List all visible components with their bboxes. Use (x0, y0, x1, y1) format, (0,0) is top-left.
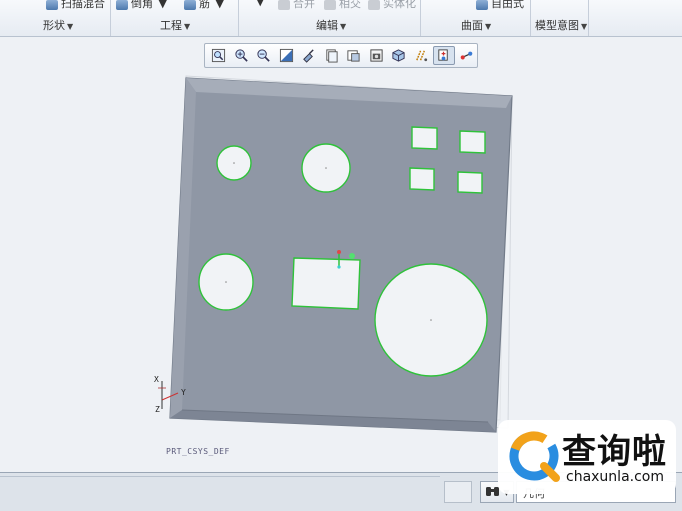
annotation-display-icon (460, 51, 473, 60)
rib-icon (184, 0, 196, 10)
ribbon-separator (588, 0, 589, 36)
merge-icon (278, 0, 290, 10)
ribbon-separator (238, 0, 239, 36)
repaint-icon (279, 48, 293, 63)
annotation-display-button[interactable] (456, 46, 478, 65)
ribbon-item-label: 相交 (339, 0, 361, 10)
model-canvas[interactable] (0, 70, 682, 472)
ribbon-separator (530, 0, 531, 36)
watermark: 查询啦 chaxunla.com (498, 420, 676, 494)
magnifier-logo-icon (509, 431, 560, 482)
square-hole[interactable] (411, 126, 438, 150)
group-shape[interactable]: 形状 ▼ (43, 17, 73, 33)
zoom-out-icon (257, 49, 270, 62)
ribbon-item-label: 合并 (293, 0, 315, 10)
reorient-icon (303, 49, 314, 63)
group-edit[interactable]: 编辑 ▼ (316, 17, 346, 33)
datum-display-button[interactable] (411, 46, 433, 65)
chevron-down-icon: ▼ (184, 22, 191, 31)
zoom-in-button[interactable] (231, 46, 253, 65)
ribbon-item-label: 倒角 (131, 0, 153, 10)
display-style-button[interactable] (343, 46, 365, 65)
freestyle-icon (476, 0, 488, 10)
spin-center-button[interactable] (433, 46, 455, 65)
chevron-down-icon: ▼ (340, 22, 347, 31)
chevron-down-icon: ▼ (485, 22, 492, 31)
group-label: 形状 (43, 19, 65, 32)
group-surface[interactable]: 曲面 ▼ (461, 17, 491, 33)
solidify-icon (368, 0, 380, 10)
repaint-button[interactable] (276, 46, 298, 65)
group-engineering[interactable]: 工程 ▼ (160, 17, 190, 33)
group-model-intent[interactable]: 模型意图 ▼ (535, 17, 587, 33)
zoom-out-button[interactable] (253, 46, 275, 65)
group-label: 曲面 (461, 19, 483, 32)
axis-z-label: Z (155, 405, 160, 414)
group-label: 工程 (160, 19, 182, 32)
refit-button[interactable] (208, 46, 230, 65)
spin-center-icon (438, 49, 448, 61)
graphics-toolbar (204, 43, 478, 68)
perspective-icon (392, 49, 405, 62)
message-area (0, 476, 440, 480)
reorient-button[interactable] (298, 46, 320, 65)
axis-y-label: Y (181, 388, 186, 397)
ribbon-separator (420, 0, 421, 36)
ribbon-item-label: 自由式 (491, 0, 524, 10)
saved-views-button[interactable] (321, 46, 343, 65)
ribbon-chamfer[interactable]: 倒角 ▼ (116, 0, 167, 12)
rectangular-hole[interactable] (291, 257, 361, 310)
zoom-in-icon (235, 49, 248, 62)
watermark-text-cn: 查询啦 (562, 432, 667, 472)
ribbon-merge[interactable]: 合并 (278, 0, 315, 12)
sweep-blend-icon (46, 0, 58, 10)
ribbon-item-label: 实体化 (383, 0, 416, 10)
ribbon-edit-dropdown[interactable]: ▼ (254, 0, 264, 12)
view-manager-button[interactable] (366, 46, 388, 65)
graphics-viewport[interactable]: PRT_CSYS_DEF X Y Z (0, 70, 682, 472)
display-style-icon (347, 50, 360, 62)
ribbon: 扫描混合 倒角 ▼ 筋 ▼ ▼ 合并 相交 实体化 自由式 形状 ▼ 工程 ▼ 编辑… (0, 0, 682, 37)
square-hole[interactable] (459, 130, 486, 154)
saved-views-icon (326, 49, 338, 63)
square-hole[interactable] (457, 171, 483, 194)
ribbon-solidify[interactable]: 实体化 (368, 0, 416, 12)
ribbon-sweep-blend[interactable]: 扫描混合 (46, 0, 105, 12)
refit-icon (212, 48, 226, 63)
chevron-down-icon: ▼ (581, 22, 588, 31)
status-slot[interactable] (444, 481, 472, 503)
watermark-text-en: chaxunla.com (566, 469, 664, 485)
square-hole[interactable] (409, 167, 435, 191)
view-manager-icon (370, 49, 383, 62)
ribbon-item-label: 筋 (199, 0, 210, 10)
ribbon-rib[interactable]: 筋 ▼ (184, 0, 224, 12)
group-label: 编辑 (316, 19, 338, 32)
ribbon-separator (110, 0, 111, 36)
ribbon-freestyle[interactable]: 自由式 (476, 0, 524, 12)
chevron-down-icon: ▼ (67, 22, 74, 31)
ribbon-intersect[interactable]: 相交 (324, 0, 361, 12)
datum-display-icon (415, 50, 427, 62)
group-label: 模型意图 (535, 19, 579, 32)
intersect-icon (324, 0, 336, 10)
perspective-button[interactable] (388, 46, 410, 65)
axis-x-label: X (154, 375, 159, 384)
chamfer-icon (116, 0, 128, 10)
csys-label: PRT_CSYS_DEF (166, 447, 230, 456)
ribbon-item-label: 扫描混合 (61, 0, 105, 10)
